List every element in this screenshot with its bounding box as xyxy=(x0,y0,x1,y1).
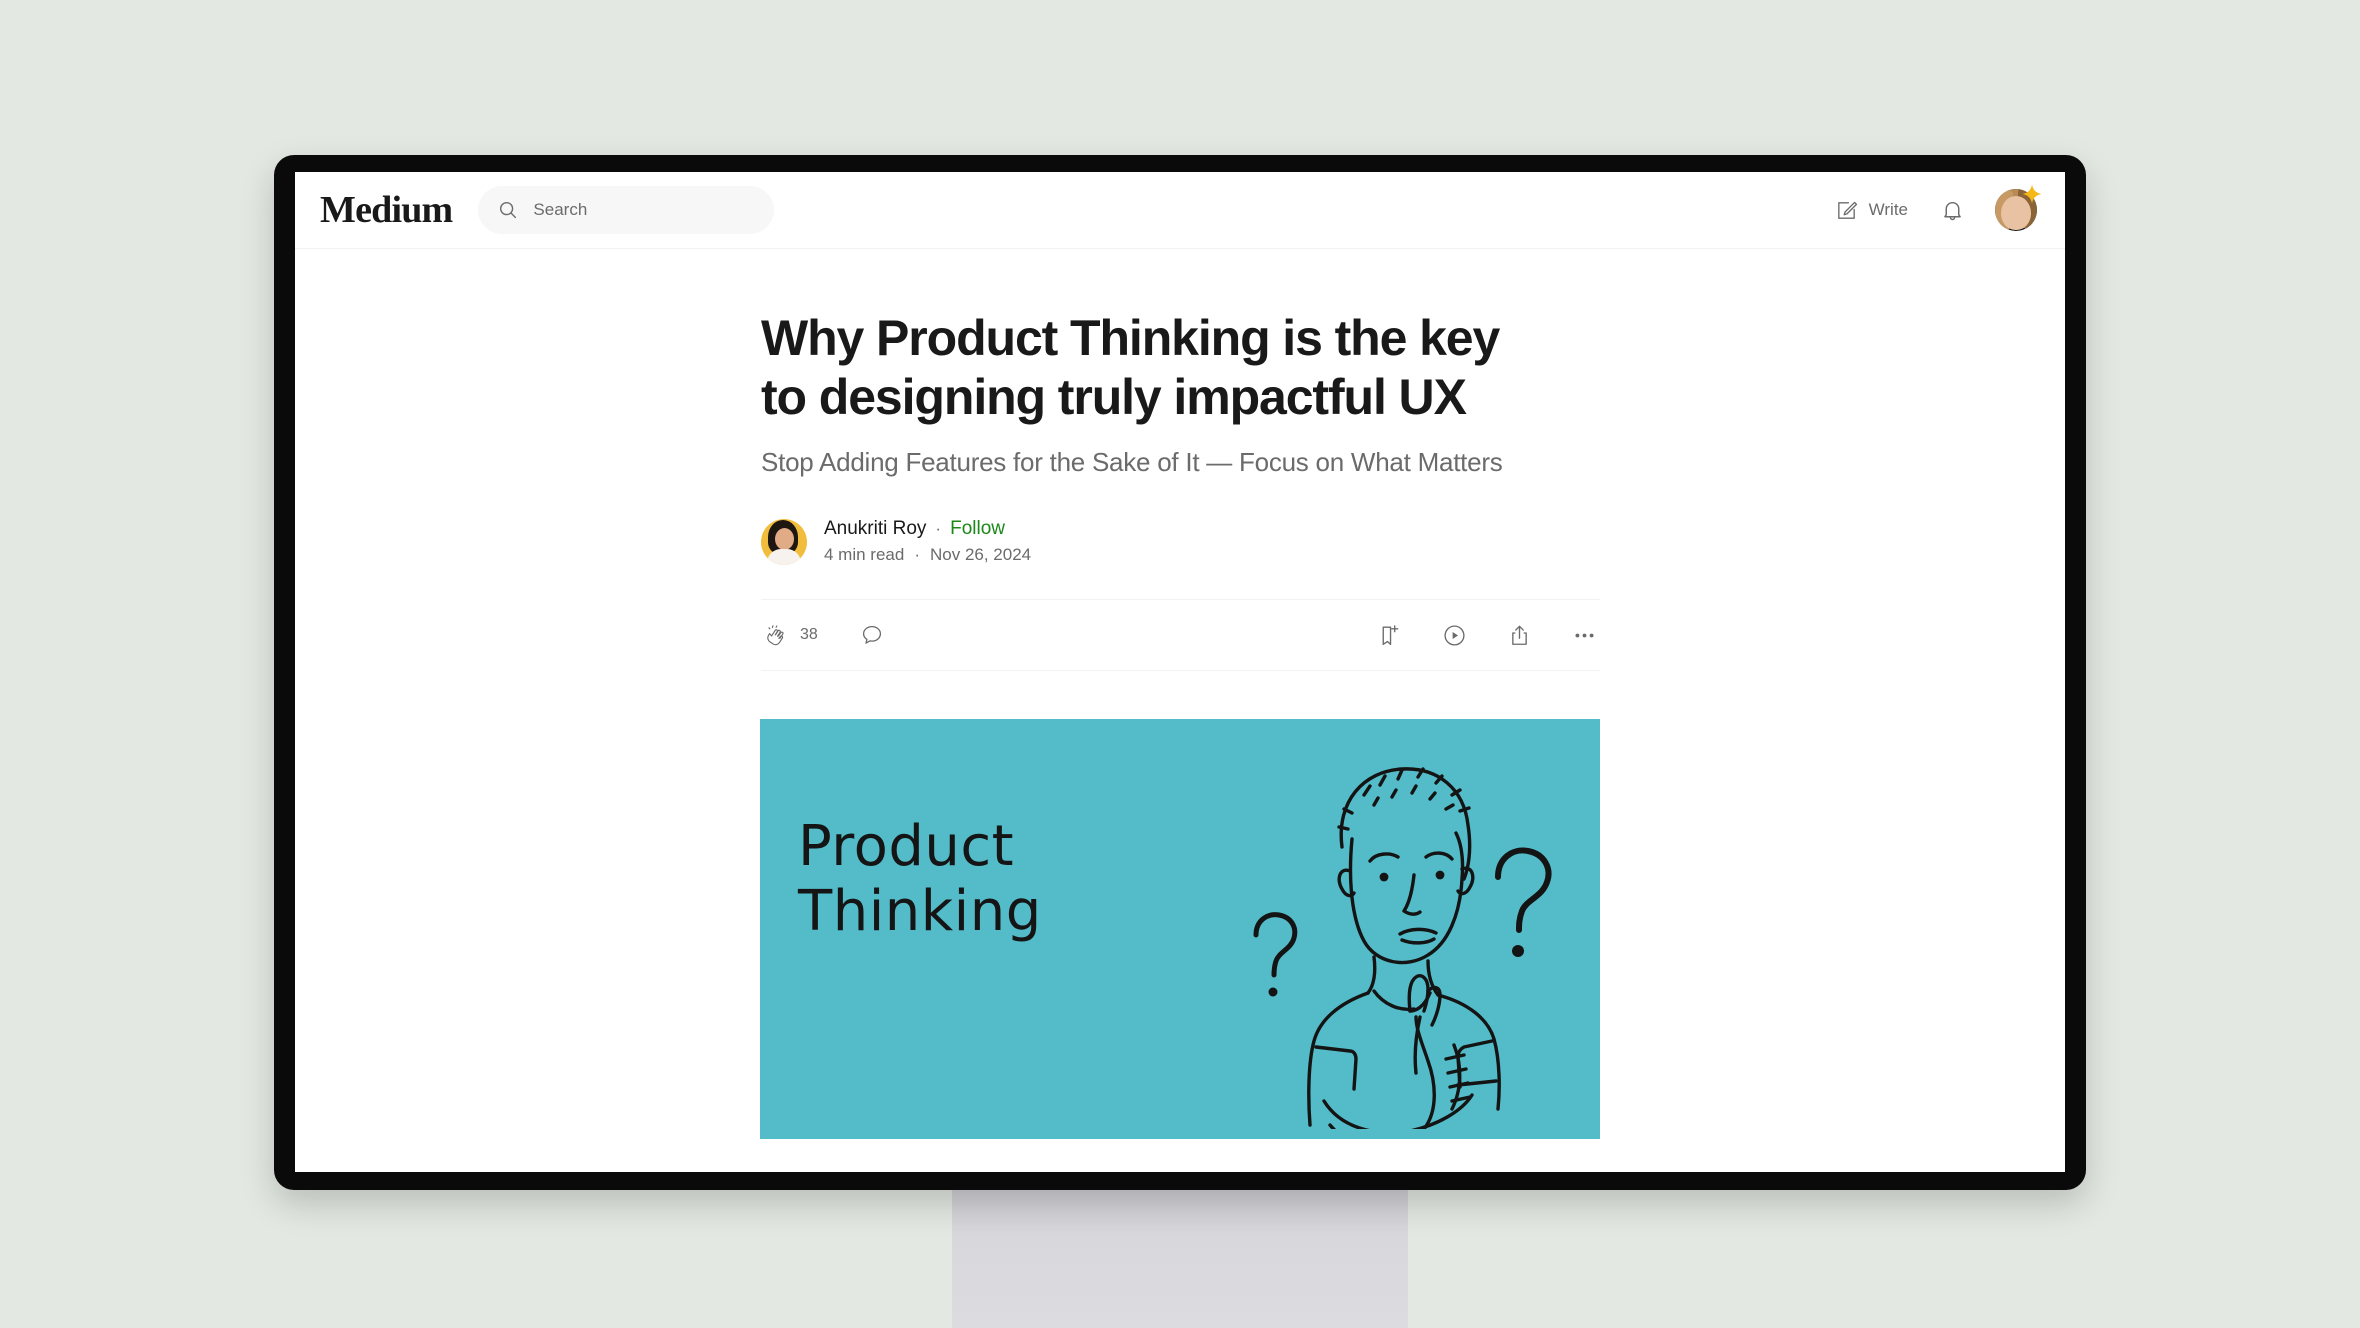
article-action-bar: 38 xyxy=(761,599,1600,672)
notifications-button[interactable] xyxy=(1938,196,1967,225)
browser-screen: Medium Search Write Why Product Thinking… xyxy=(295,172,2065,1172)
hero-image: Product Thinking xyxy=(760,719,1600,1140)
search-bar[interactable] xyxy=(478,186,775,234)
save-button[interactable] xyxy=(1374,620,1405,651)
byline-author-row: Anukriti Roy · Follow xyxy=(824,518,1031,540)
avatar-image xyxy=(1995,189,2037,231)
article-content-column: Why Product Thinking is the key to desig… xyxy=(760,309,1600,672)
comment-button[interactable] xyxy=(857,620,898,650)
clap-icon xyxy=(764,623,789,648)
top-navigation-bar: Medium Search Write xyxy=(295,172,2065,249)
write-pencil-icon xyxy=(1835,199,1858,222)
hero-figure: Product Thinking xyxy=(760,719,1600,1140)
byline-separator: · xyxy=(935,519,942,539)
meta-separator: · xyxy=(914,545,920,565)
hero-image-text: Product Thinking xyxy=(798,814,1042,945)
share-button[interactable] xyxy=(1504,620,1535,651)
ellipsis-icon xyxy=(1572,623,1597,648)
bookmark-plus-icon xyxy=(1377,623,1402,648)
user-avatar[interactable] xyxy=(1995,184,2042,231)
clap-button[interactable]: 38 xyxy=(761,620,821,651)
medium-logo[interactable]: Medium xyxy=(320,191,453,229)
clap-count: 38 xyxy=(800,626,818,644)
write-label: Write xyxy=(1868,200,1908,219)
byline-text: Anukriti Roy · Follow 4 min read · Nov 2… xyxy=(824,518,1031,565)
comment-icon xyxy=(860,623,884,647)
byline-meta-row: 4 min read · Nov 26, 2024 xyxy=(824,545,1031,565)
listen-button[interactable] xyxy=(1439,620,1470,651)
article-subtitle: Stop Adding Features for the Sake of It … xyxy=(761,447,1503,477)
page-title: Why Product Thinking is the key to desig… xyxy=(761,310,1500,425)
author-avatar[interactable] xyxy=(761,518,807,565)
question-mark-right-icon xyxy=(1495,847,1552,958)
question-mark-left-icon xyxy=(1253,912,1298,997)
action-group-right xyxy=(1374,620,1600,651)
nav-right-cluster: Write xyxy=(1833,184,2043,231)
byline: Anukriti Roy · Follow 4 min read · Nov 2… xyxy=(761,518,1600,565)
read-time: 4 min read xyxy=(824,545,905,565)
search-input[interactable] xyxy=(533,200,756,220)
article-body: Why Product Thinking is the key to desig… xyxy=(295,249,2065,1140)
play-circle-icon xyxy=(1442,623,1467,648)
follow-button[interactable]: Follow xyxy=(950,518,1005,540)
more-options-button[interactable] xyxy=(1569,620,1600,651)
monitor-stand xyxy=(952,1180,1408,1328)
publish-date: Nov 26, 2024 xyxy=(930,545,1032,565)
share-icon xyxy=(1507,623,1532,648)
action-group-left: 38 xyxy=(761,620,898,651)
author-name[interactable]: Anukriti Roy xyxy=(824,518,926,540)
bell-icon xyxy=(1940,198,1965,223)
search-icon xyxy=(497,199,519,221)
monitor-scene: Medium Search Write Why Product Thinking… xyxy=(0,0,2360,1328)
write-button[interactable]: Write xyxy=(1833,195,1910,226)
